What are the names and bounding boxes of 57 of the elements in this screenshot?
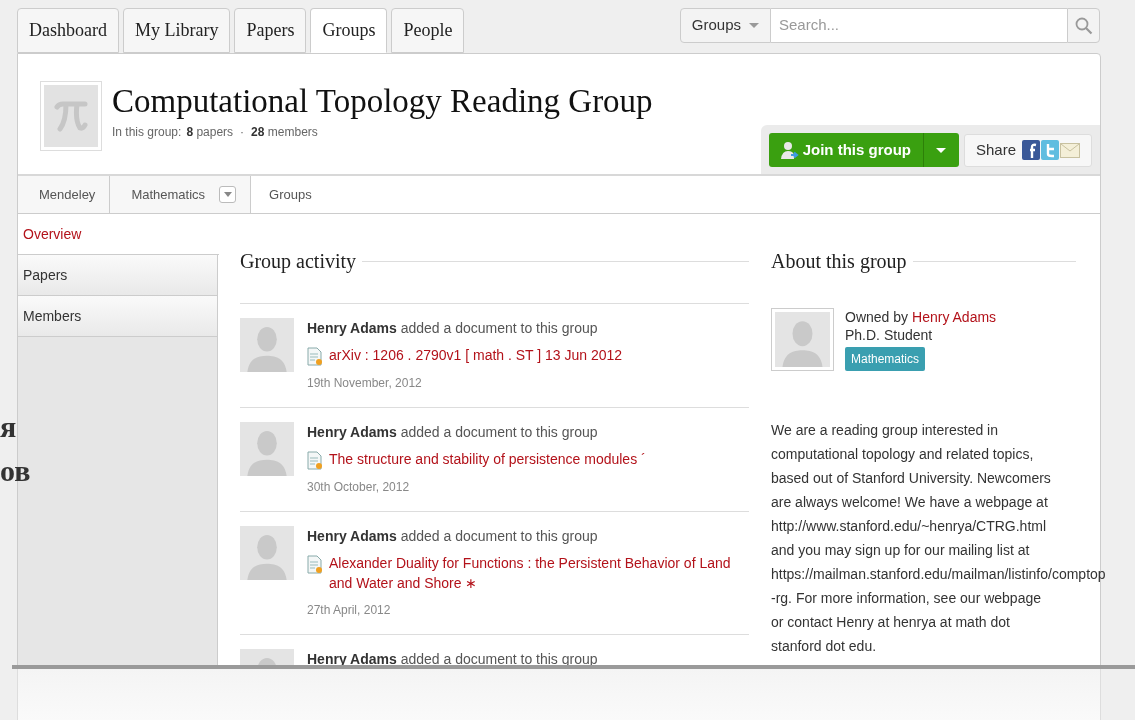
activity-date: 27th April, 2012 <box>307 602 392 619</box>
nav-tab[interactable]: Papers <box>234 8 307 53</box>
user-link[interactable]: Henry Adams <box>307 528 397 544</box>
sidebar-tab[interactable]: Overview <box>18 214 219 255</box>
document-link[interactable]: The structure and stability of persistence modules ´ <box>329 449 646 470</box>
sidebar-tab[interactable]: Papers <box>18 255 217 296</box>
activity-text: added a document to this group <box>400 424 598 440</box>
document-link[interactable]: arXiv : 1206 . 2790v1 [ math . ST ] 13 Jun 2012 <box>329 345 623 366</box>
caret-icon <box>936 147 947 153</box>
papers-count-link[interactable]: 8 papers <box>186 123 234 141</box>
document-icon <box>307 555 323 574</box>
owner-label: Owned by <box>845 308 909 326</box>
slide-text: ов <box>0 456 31 486</box>
group-title: Computational Topology Reading Group <box>112 82 653 121</box>
section-heading: Group activity <box>240 249 357 275</box>
facebook-icon[interactable] <box>1022 140 1040 160</box>
group-description: We are a reading group interested in computational topology and related topics, based out of Stanford University. Newcomers are always welcome! We have a webpage at http://www.stanford.edu/~henrya/CTRG.html and you may sign up for our mailing list at https://mailman.stanford.edu/mailman/listinfo/comptop -rg. For more information, see our webpage or contact Henry at henrya at math dot stanford dot edu. <box>771 421 1107 656</box>
activity-date: 19th November, 2012 <box>307 375 423 392</box>
owner-avatar <box>775 312 830 367</box>
document-icon <box>307 347 323 366</box>
nav-tab[interactable]: My Library <box>123 8 231 53</box>
caret-icon <box>749 23 759 28</box>
activity-date: 30th October, 2012 <box>307 479 411 496</box>
document-icon <box>307 451 323 470</box>
nav-tab[interactable]: Groups <box>310 8 388 53</box>
owner-role: Ph.D. Student <box>845 326 934 344</box>
activity-text: added a document to this group <box>400 528 598 544</box>
breadcrumb-link[interactable]: Groups <box>269 184 312 205</box>
pi-icon <box>54 99 88 133</box>
avatar-silhouette <box>240 318 294 372</box>
avatar-silhouette <box>240 422 294 476</box>
caret-icon <box>223 192 232 197</box>
nav-tab[interactable]: Dashboard <box>17 8 119 53</box>
breadcrumb-dropdown[interactable] <box>219 186 237 203</box>
mail-icon[interactable] <box>1060 140 1080 160</box>
stats-label: In this group: <box>112 124 182 141</box>
owner-link[interactable]: Henry Adams <box>912 308 997 326</box>
user-link[interactable]: Henry Adams <box>307 424 397 440</box>
user-link[interactable]: Henry Adams <box>307 320 397 336</box>
breadcrumb-link[interactable]: Mathematics <box>131 184 206 205</box>
search-icon <box>1074 16 1093 35</box>
document-link[interactable]: Alexander Duality for Functions : the Persistent Behavior of Land and Water and Shore ∗ <box>329 553 749 593</box>
add-user-icon <box>780 140 799 160</box>
activity-text: added a document to this group <box>400 320 598 336</box>
search-button[interactable] <box>1067 8 1100 43</box>
share-label: Share <box>975 139 1016 160</box>
sidebar-tab[interactable]: Members <box>18 296 217 337</box>
breadcrumb-link[interactable]: Mendeley <box>39 184 96 205</box>
separator-dot: · <box>239 124 246 141</box>
section-heading: About this group <box>771 249 907 275</box>
avatar-silhouette <box>240 526 294 580</box>
nav-tab[interactable]: People <box>391 8 465 53</box>
slide-text: я <box>0 412 17 442</box>
user-link[interactable]: Henry Adams <box>307 651 397 667</box>
search-input[interactable]: Search... <box>771 8 1067 43</box>
scope-dropdown[interactable]: Groups <box>679 8 771 43</box>
members-count-link[interactable]: 28 members <box>251 123 318 141</box>
